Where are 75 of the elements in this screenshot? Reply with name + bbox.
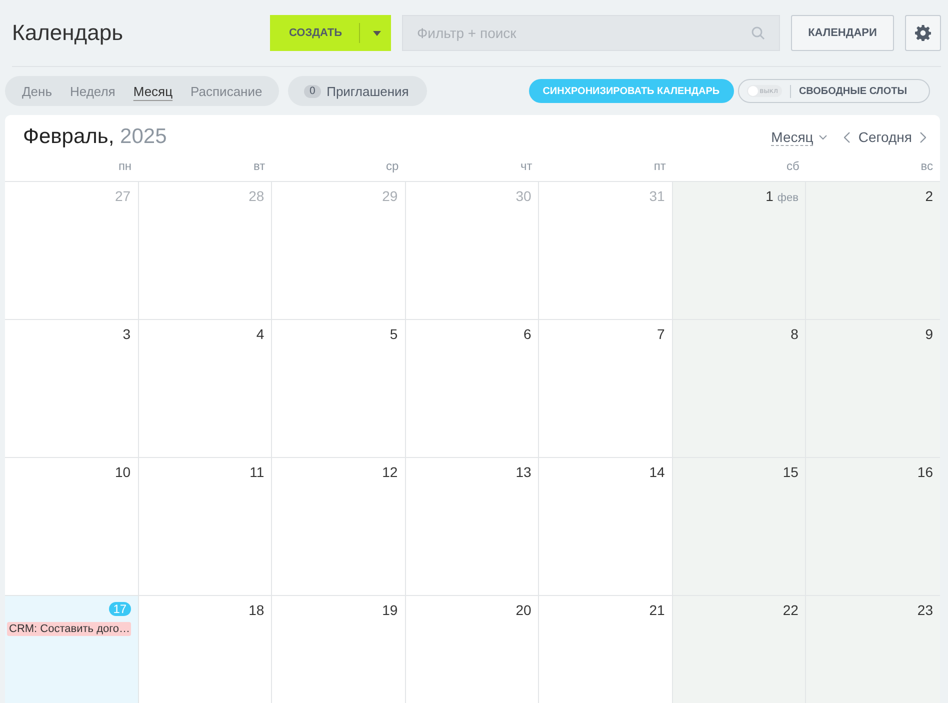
weekday-label: пн <box>117 159 133 175</box>
day-cell[interactable]: 23 <box>806 596 940 703</box>
day-number: 9 <box>925 326 933 342</box>
day-cell[interactable]: 5 <box>272 320 406 458</box>
day-cell[interactable]: 19 <box>272 596 406 703</box>
day-number: 5 <box>390 326 398 342</box>
day-cell[interactable]: 17 CRM: Составить дого… <box>5 596 139 703</box>
day-number: 23 <box>917 602 933 618</box>
page-title: Календарь <box>12 20 124 46</box>
day-number: 4 <box>256 326 264 342</box>
day-number: 19 <box>382 602 398 618</box>
day-cell[interactable]: 16 <box>806 458 940 596</box>
day-number: 27 <box>114 188 131 204</box>
day-number: 28 <box>248 188 264 204</box>
day-number: 13 <box>516 464 532 480</box>
day-cell[interactable]: 4 <box>138 320 272 458</box>
free-slots-label: СВОБОДНЫЕ СЛОТЫ <box>798 86 907 96</box>
event-chip[interactable]: CRM: Составить дого… <box>7 622 131 636</box>
day-cell[interactable]: 9 <box>806 320 940 458</box>
day-cell[interactable]: 15 <box>672 458 806 596</box>
day-number: 22 <box>782 602 798 618</box>
view-select[interactable]: Месяц <box>771 128 814 146</box>
day-number: 14 <box>649 464 665 480</box>
invitations-count: 0 <box>304 84 321 98</box>
weekday-label: чт <box>520 159 534 175</box>
day-cell[interactable]: 20 <box>406 596 540 703</box>
day-number: 6 <box>523 326 532 342</box>
day-number: 31 <box>649 188 665 204</box>
day-cell[interactable]: 13 <box>406 458 540 596</box>
caret-icon[interactable] <box>372 30 381 36</box>
view-tab[interactable]: Месяц <box>124 84 182 98</box>
previous-icon[interactable] <box>844 132 850 142</box>
day-number: 29 <box>382 188 398 204</box>
weekday-label: вт <box>252 159 266 175</box>
day-cell[interactable]: 2 <box>806 182 940 320</box>
next-icon[interactable] <box>920 132 926 142</box>
day-number: 2 <box>925 188 933 204</box>
day-number: 18 <box>248 602 264 618</box>
day-cell[interactable]: 11 <box>138 458 272 596</box>
settings-icon <box>915 25 931 41</box>
calendars-button[interactable]: КАЛЕНДАРИ <box>791 15 894 51</box>
day-number: 16 <box>917 464 933 480</box>
settings-button[interactable] <box>905 15 941 51</box>
chevron-down-icon <box>819 134 828 140</box>
invitations-button[interactable]: 0 Приглашения <box>288 76 427 106</box>
day-number: 10 <box>114 464 131 480</box>
search-icon <box>751 26 765 40</box>
day-number: 11 <box>250 464 264 480</box>
day-cell[interactable]: 3 <box>5 320 139 458</box>
day-number: 21 <box>649 602 665 618</box>
day-cell[interactable]: 12 <box>272 458 406 596</box>
day-cell[interactable]: 22 <box>672 596 806 703</box>
day-number: 7 <box>657 326 665 342</box>
create-button[interactable]: СОЗДАТЬ <box>270 15 391 51</box>
day-number: 15 <box>782 464 798 480</box>
day-cell[interactable]: 8 <box>672 320 806 458</box>
day-number: 8 <box>790 326 798 342</box>
weekday-label: сб <box>786 159 800 175</box>
today-button[interactable]: Сегодня <box>858 129 912 145</box>
month-label: фев <box>777 192 798 204</box>
search-field[interactable]: Фильтр + поиск <box>402 15 780 51</box>
weekday-label: пт <box>652 159 667 175</box>
day-cell[interactable]: 6 <box>406 320 540 458</box>
invitations-label: Приглашения <box>326 84 409 98</box>
day-number: 17 <box>109 602 131 616</box>
weekday-label: ср <box>385 159 400 175</box>
day-number: 1 <box>766 188 774 204</box>
day-cell[interactable]: 1 фев <box>672 182 806 320</box>
day-number: 3 <box>122 326 131 342</box>
day-number: 30 <box>516 188 532 204</box>
weekday-label: вс <box>920 159 934 175</box>
day-number: 20 <box>516 602 532 618</box>
day-number: 12 <box>382 464 398 480</box>
day-cell[interactable]: 18 <box>138 596 272 703</box>
month-title: Февраль, 2025 <box>23 125 167 149</box>
